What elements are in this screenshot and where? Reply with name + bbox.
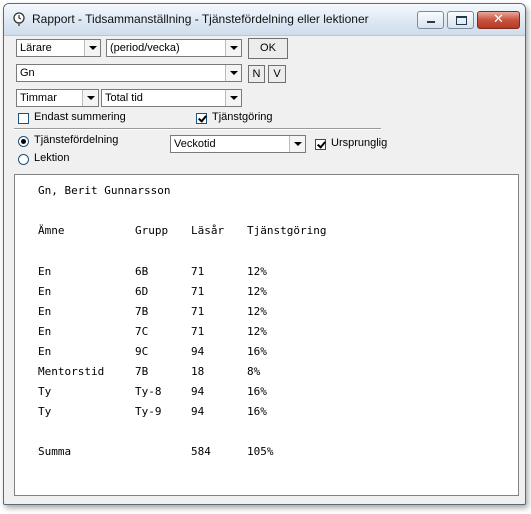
unit-select-value: Timmar [20,92,57,104]
report-window: Rapport - Tidsammanställning - Tjänstefö… [3,3,526,505]
veckotid-select-value: Veckotid [174,138,216,150]
tjanstefordelning-label: Tjänstefördelning [34,134,119,146]
cell-tjanstgoring: 12% [247,285,267,298]
header-tjanstgoring: Tjänstgöring [247,224,327,237]
entity-select-value: Lärare [20,42,52,54]
tjanstgoring-checkbox[interactable] [196,113,207,124]
cell-amne: Mentorstid [38,365,105,378]
ok-button[interactable]: OK [248,38,288,59]
chevron-down-icon[interactable] [225,65,241,81]
cell-tjanstgoring: 8% [247,365,261,378]
title-bar[interactable]: Rapport - Tidsammanställning - Tjänstefö… [4,4,525,36]
summary-tjanstgoring: 105% [247,445,274,458]
cell-tjanstgoring: 12% [247,265,267,278]
maximize-button[interactable] [447,11,474,29]
cell-grupp: 6B [135,265,149,278]
cell-amne: Ty [38,385,52,398]
cell-grupp: 7B [135,305,149,318]
lektion-radio[interactable] [18,154,29,165]
chevron-down-icon[interactable] [82,90,98,106]
cell-grupp: 7C [135,325,149,338]
endast-summering-label: Endast summering [34,111,126,123]
summary-lasar: 584 [191,445,211,458]
entity-select[interactable]: Lärare [16,39,101,57]
tjanstefordelning-radio[interactable] [18,136,29,147]
cell-lasar: 94 [191,405,205,418]
tjanstgoring-label: Tjänstgöring [212,111,273,123]
lektion-label: Lektion [34,152,70,164]
cell-grupp: Ty-8 [135,385,162,398]
cell-amne: En [38,345,52,358]
cell-lasar: 18 [191,365,205,378]
total-select-value: Total tid [105,92,143,104]
person-select[interactable]: Gn [16,64,242,82]
summary-label: Summa [38,445,72,458]
v-button[interactable]: V [268,65,286,83]
cell-lasar: 94 [191,385,205,398]
cell-amne: Ty [38,405,52,418]
cell-tjanstgoring: 16% [247,345,267,358]
cell-lasar: 94 [191,345,205,358]
period-select-value: (period/vecka) [110,42,180,54]
ursprunglig-label: Ursprunglig [331,137,388,149]
cell-lasar: 71 [191,305,205,318]
divider [14,128,381,130]
cell-grupp: 9C [135,345,149,358]
chevron-down-icon[interactable] [84,40,100,56]
chevron-down-icon[interactable] [225,90,241,106]
chevron-down-icon[interactable] [225,40,241,56]
report-person: Gn, Berit Gunnarsson [38,184,171,197]
n-button[interactable]: N [248,65,265,83]
cell-tjanstgoring: 16% [247,405,267,418]
close-button[interactable]: ✕ [477,11,520,29]
cell-amne: En [38,305,52,318]
cell-grupp: 7B [135,365,149,378]
cell-tjanstgoring: 16% [247,385,267,398]
cell-amne: En [38,265,52,278]
cell-amne: En [38,285,52,298]
total-select[interactable]: Total tid [101,89,242,107]
person-select-value: Gn [20,67,35,79]
cell-tjanstgoring: 12% [247,325,267,338]
header-grupp: Grupp [135,224,169,237]
cell-amne: En [38,325,52,338]
header-lasar: Läsår [191,224,225,237]
cell-grupp: 6D [135,285,149,298]
unit-select[interactable]: Timmar [16,89,99,107]
veckotid-select[interactable]: Veckotid [170,135,306,153]
ursprunglig-checkbox[interactable] [315,139,326,150]
window-title: Rapport - Tidsammanställning - Tjänstefö… [32,12,369,26]
report-output[interactable]: Gn, Berit Gunnarsson Ämne Grupp Läsår Tj… [14,174,519,496]
period-select[interactable]: (period/vecka) [106,39,242,57]
cell-lasar: 71 [191,265,205,278]
cell-tjanstgoring: 12% [247,305,267,318]
cell-lasar: 71 [191,285,205,298]
minimize-button[interactable] [417,11,444,29]
close-icon: ✕ [493,12,504,27]
endast-summering-checkbox[interactable] [18,113,29,124]
chevron-down-icon[interactable] [289,136,305,152]
app-icon [13,12,25,26]
cell-grupp: Ty-9 [135,405,162,418]
cell-lasar: 71 [191,325,205,338]
header-amne: Ämne [38,224,65,237]
